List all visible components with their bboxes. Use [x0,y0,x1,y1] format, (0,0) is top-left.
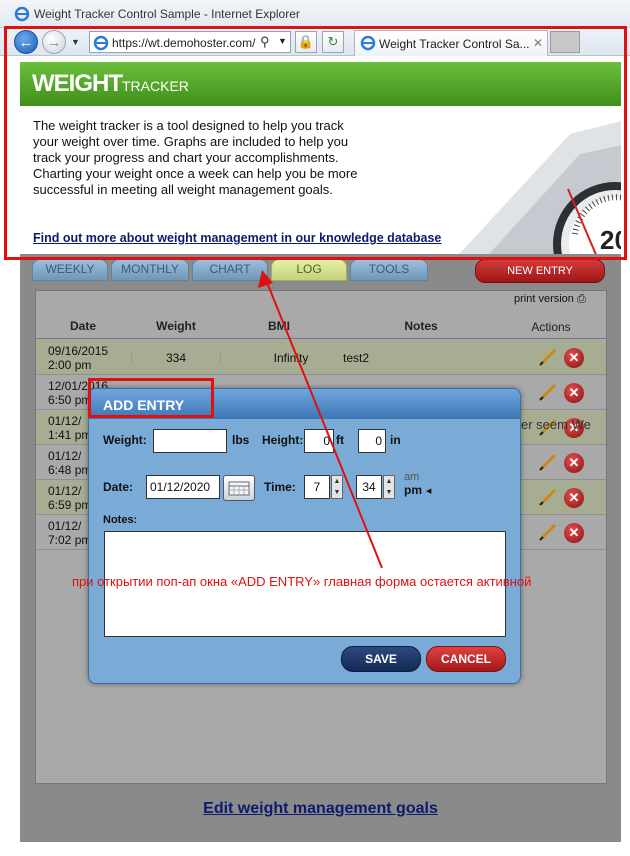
date-input[interactable]: 01/12/2020 [146,475,220,499]
calendar-icon[interactable] [223,475,255,501]
edit-pencil-icon[interactable] [538,487,558,507]
am-option[interactable]: am [404,471,419,483]
date-label: Date: [103,480,134,494]
ie-logo-icon [14,6,30,22]
row-date-value: 01/12/ [48,414,82,428]
weight-input[interactable] [153,429,227,453]
annotation-note: при открытии поп-ап окна «ADD ENTRY» гла… [72,574,532,589]
delete-icon[interactable]: ✕ [564,488,584,508]
edit-pencil-icon[interactable] [538,382,558,402]
row-date-value: 01/12/ [48,449,82,463]
height-in-input[interactable]: 0 [358,429,386,453]
row-date-value: 01/12/ [48,519,82,533]
window-title: Weight Tracker Control Sample - Internet… [34,7,300,21]
row-time-value: 7:02 pm [48,533,92,547]
add-entry-modal: ADD ENTRY Weight: lbs Height: 0 ft 0 in … [88,388,521,684]
calendar-grid-icon [228,481,250,496]
edit-goals-link[interactable]: Edit weight management goals [20,800,621,818]
row-date-value: 09/16/2015 [48,344,109,358]
delete-icon[interactable]: ✕ [564,523,584,543]
new-entry-button[interactable]: NEW ENTRY [475,259,605,283]
window-title-bar: Weight Tracker Control Sample - Internet… [0,0,630,28]
annotation-highlight-header [4,26,627,260]
delete-icon[interactable]: ✕ [564,453,584,473]
time-label: Time: [264,480,296,494]
table-header: Date Weight BMI Notes Actions [36,303,606,339]
tab-monthly[interactable]: MONTHLY [111,259,189,281]
row-time-value: 6:50 pm [48,393,92,407]
save-button[interactable]: SAVE [341,646,421,672]
notes-overflow-text: er seem We [521,417,591,432]
delete-icon[interactable]: ✕ [564,383,584,403]
row-time-value: 1:41 pm [48,428,92,442]
edit-pencil-icon[interactable] [538,522,558,542]
time-hour-input[interactable]: 7 [304,475,330,499]
height-ft-input[interactable]: 0 [304,429,334,453]
header-weight[interactable]: Weight [141,319,211,333]
tab-chart[interactable]: CHART [192,259,268,281]
hour-spinner-icon[interactable]: ▲ ▼ [331,475,343,499]
table-row[interactable]: 09/16/2015 2:00 pm 334 Infinity test2 ✕ [36,341,606,375]
row-time-value: 6:59 pm [48,498,92,512]
time-minute-input[interactable]: 34 [356,475,382,499]
row-weight: 334 [131,351,221,365]
header-actions: Actions [531,320,571,334]
header-notes[interactable]: Notes [396,319,446,333]
ampm-toggle-icon[interactable]: ◀ [426,487,431,495]
row-bmi: Infinity [273,351,309,365]
weight-label: Weight: [103,433,147,447]
edit-pencil-icon[interactable] [538,452,558,472]
header-bmi[interactable]: BMI [254,319,304,333]
annotation-highlight-modal-title [88,378,214,418]
row-notes: test2 [343,351,370,365]
row-date: 09/16/2015 2:00 pm [48,344,128,372]
pm-option[interactable]: pm [404,483,422,497]
row-time-value: 2:00 pm [48,358,92,372]
minute-spinner-icon[interactable]: ▲ ▼ [383,475,395,499]
tab-tools[interactable]: TOOLS [350,259,428,281]
notes-label: Notes: [103,514,138,526]
edit-pencil-icon[interactable] [538,347,558,367]
height-ft-unit: ft [336,433,344,447]
cancel-button[interactable]: CANCEL [426,646,506,672]
row-time-value: 6:48 pm [48,463,92,477]
height-in-unit: in [390,433,401,447]
header-date[interactable]: Date [58,319,108,333]
weight-unit-label: lbs [232,433,250,447]
delete-icon[interactable]: ✕ [564,348,584,368]
tab-weekly[interactable]: WEEKLY [32,259,108,281]
height-label: Height: [262,433,304,447]
tab-log[interactable]: LOG [271,259,347,281]
row-date-value: 01/12/ [48,484,82,498]
